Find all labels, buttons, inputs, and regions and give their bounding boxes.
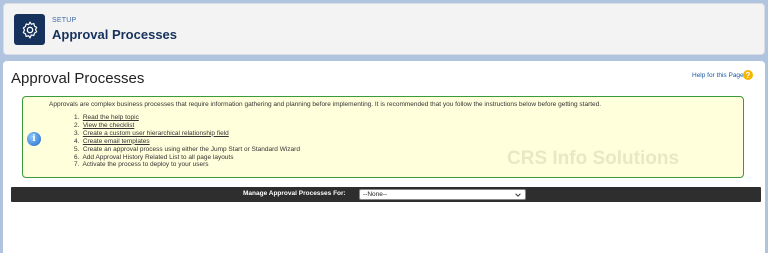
step-link[interactable]: Read the help topic xyxy=(83,114,139,121)
manage-label: Manage Approval Processes For: xyxy=(243,190,346,197)
info-box: i Approvals are complex business process… xyxy=(22,96,744,178)
main-panel: Approval Processes Help for this Page ? … xyxy=(3,61,765,253)
watermark: CRS Info Solutions xyxy=(507,148,680,169)
list-item: 7. Activate the process to deploy to you… xyxy=(74,161,209,169)
step-text: Create an approval process using either … xyxy=(82,145,300,153)
info-intro: Approvals are complex business processes… xyxy=(49,101,602,108)
list-item[interactable]: 3. Create a custom user hierarchical rel… xyxy=(74,130,300,138)
header-title: Approval Processes xyxy=(52,27,178,42)
step-text: Activate the process to deploy to your u… xyxy=(82,161,209,169)
list-item[interactable]: 2. View the checklist xyxy=(74,122,300,130)
list-item: 6. Add Approval History Related List to … xyxy=(74,153,234,161)
manage-bar: Manage Approval Processes For: --None-- xyxy=(11,187,761,202)
chevron-down-icon xyxy=(515,193,521,197)
step-link[interactable]: Create email templates xyxy=(83,138,150,145)
help-link[interactable]: Help for this Page xyxy=(692,72,744,79)
steps-list: 1. Read the help topic 2. View the check… xyxy=(74,114,300,169)
select-value: --None-- xyxy=(363,191,388,198)
step-link[interactable]: Create a custom user hierarchical relati… xyxy=(83,130,229,137)
question-icon[interactable]: ? xyxy=(743,70,753,80)
list-item: 5. Create an approval process using eith… xyxy=(74,145,300,153)
gear-icon xyxy=(14,14,45,45)
setup-header: SETUP Approval Processes xyxy=(3,3,765,55)
page-title: Approval Processes xyxy=(11,70,145,87)
list-item[interactable]: 4. Create email templates xyxy=(74,138,300,146)
info-icon: i xyxy=(27,132,41,146)
step-text: Add Approval History Related List to all… xyxy=(82,153,234,161)
setup-label: SETUP xyxy=(52,17,77,24)
object-select[interactable]: --None-- xyxy=(359,189,526,200)
list-item[interactable]: 1. Read the help topic xyxy=(74,114,300,122)
step-link[interactable]: View the checklist xyxy=(83,122,135,129)
